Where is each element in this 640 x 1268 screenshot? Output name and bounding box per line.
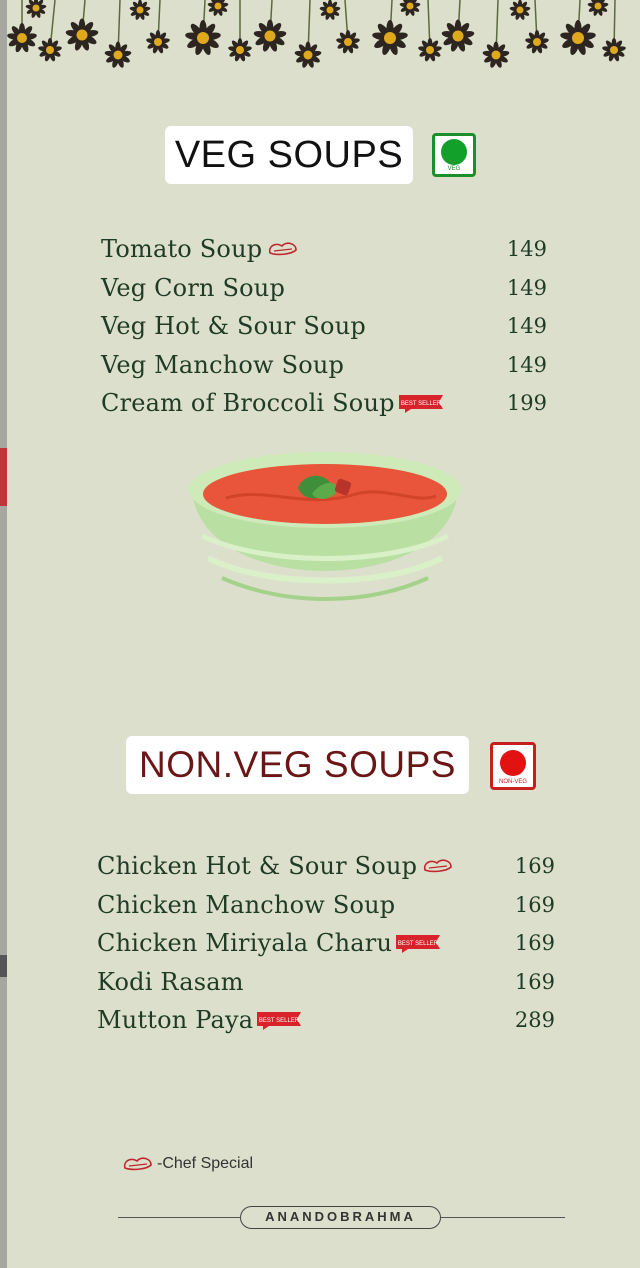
veg-menu-item: Tomato Soup 149 — [101, 230, 547, 269]
item-name: Veg Hot & Sour Soup — [101, 312, 366, 341]
veg-dot — [441, 139, 467, 166]
nonveg-icon: NON-VEG — [490, 742, 536, 790]
left-edge-marker — [0, 448, 7, 506]
chef-hat-icon — [424, 859, 452, 873]
flower-border — [6, 0, 627, 69]
veg-menu-item: Veg Hot & Sour Soup 149 — [101, 307, 547, 346]
veg-section-title: VEG SOUPS — [165, 126, 413, 184]
veg-menu-item: Cream of Broccoli Soup BEST SELLER 199 — [101, 384, 547, 423]
item-name: Cream of Broccoli Soup — [101, 389, 395, 418]
nonveg-menu-item: Chicken Hot & Sour Soup 169 — [97, 847, 555, 886]
nonveg-menu-item: Chicken Miriyala Charu BEST SELLER 169 — [97, 924, 555, 963]
item-name: Chicken Miriyala Charu — [97, 929, 393, 958]
item-name: Mutton Paya — [97, 1006, 254, 1035]
item-name: Tomato Soup — [101, 235, 263, 264]
veg-icon: VEG — [432, 133, 476, 177]
item-price: 149 — [506, 352, 547, 377]
brand-divider-right — [441, 1217, 565, 1218]
item-price: 149 — [506, 237, 547, 262]
item-price: 169 — [514, 892, 555, 917]
item-name: Veg Corn Soup — [101, 273, 286, 302]
left-edge-marker-small — [0, 955, 7, 977]
item-price: 169 — [514, 854, 555, 879]
brand-name: ANANDOBRAHMA — [240, 1206, 441, 1229]
best-seller-badge: BEST SELLER — [398, 395, 443, 414]
item-name: Veg Manchow Soup — [101, 350, 345, 379]
nonveg-dot — [500, 750, 526, 777]
chef-hat-icon — [269, 242, 298, 256]
legend: -Chef Special — [117, 1155, 253, 1173]
item-name: Kodi Rasam — [97, 967, 244, 996]
item-price: 149 — [506, 314, 547, 339]
legend-text: -Chef Special — [157, 1155, 254, 1172]
veg-mark-label: VEG — [447, 166, 461, 172]
veg-menu-list: Tomato Soup 149 Veg Corn Soup 149 Veg Hot & … — [101, 230, 547, 423]
best-seller-label: BEST SELLER — [259, 1018, 300, 1024]
veg-menu-item: Veg Corn Soup 149 — [101, 269, 547, 308]
item-price: 169 — [514, 931, 555, 956]
nonveg-mark-label: NON-VEG — [498, 779, 527, 785]
item-price: 289 — [514, 1008, 555, 1033]
nonveg-menu-item: Chicken Manchow Soup 169 — [97, 886, 555, 925]
best-seller-label: BEST SELLER — [398, 941, 439, 947]
item-name: Chicken Manchow Soup — [97, 890, 396, 919]
left-edge-strip — [0, 0, 7, 1268]
nonveg-section-title: NON.VEG SOUPS — [126, 736, 469, 794]
item-name: Chicken Hot & Sour Soup — [97, 852, 418, 881]
brand-divider-left — [118, 1217, 240, 1218]
nonveg-menu-list: Chicken Hot & Sour Soup 169 Chicken Mancho… — [97, 847, 555, 1040]
chef-hat-icon — [123, 1157, 152, 1171]
item-price: 169 — [514, 969, 555, 994]
item-price: 149 — [506, 275, 547, 300]
best-seller-label: BEST SELLER — [401, 401, 442, 407]
item-price: 199 — [506, 391, 547, 416]
nonveg-menu-item: Kodi Rasam 169 — [97, 963, 555, 1002]
veg-menu-item: Veg Manchow Soup 149 — [101, 346, 547, 385]
best-seller-badge: BEST SELLER — [257, 1012, 302, 1031]
soup-bowl-illustration — [189, 452, 461, 601]
nonveg-menu-item: Mutton Paya BEST SELLER 289 — [97, 1001, 555, 1040]
best-seller-badge: BEST SELLER — [396, 935, 441, 954]
